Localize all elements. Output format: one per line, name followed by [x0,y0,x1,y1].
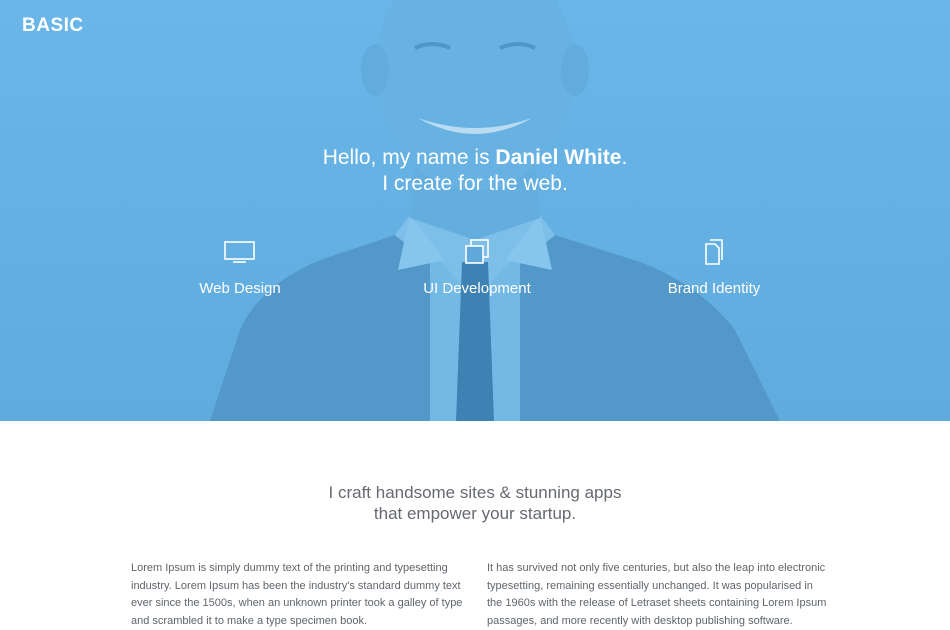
service-web-design[interactable]: Web Design [140,238,340,297]
hero-subtitle: I create for the web. [382,172,568,195]
hero-name: Daniel White [495,146,622,169]
service-ui-development[interactable]: UI Development [377,238,577,297]
tagline-line-1: I craft handsome sites & stunning apps [328,483,622,502]
portrait-photo [0,0,950,421]
document-pages-icon [705,239,723,265]
service-label: Brand Identity [667,280,761,297]
monitor-icon [224,241,255,263]
tagline-line-2: that empower your startup. [373,504,577,523]
stacked-windows-icon [465,239,489,264]
service-label: UI Development [423,280,531,297]
tagline: I craft handsome sites & stunning apps t… [0,482,950,524]
hero-greeting: Hello, my name is [322,146,496,169]
hero-greeting-end: . [621,146,628,169]
service-label: Web Design [199,280,281,297]
service-brand-identity[interactable]: Brand Identity [614,238,814,297]
hero-headline: Hello, my name is Daniel White. I create… [0,145,950,197]
hero-section: BASIC Hello, my name is Daniel White. I … [0,0,950,421]
brand-logo[interactable]: BASIC [22,15,84,37]
